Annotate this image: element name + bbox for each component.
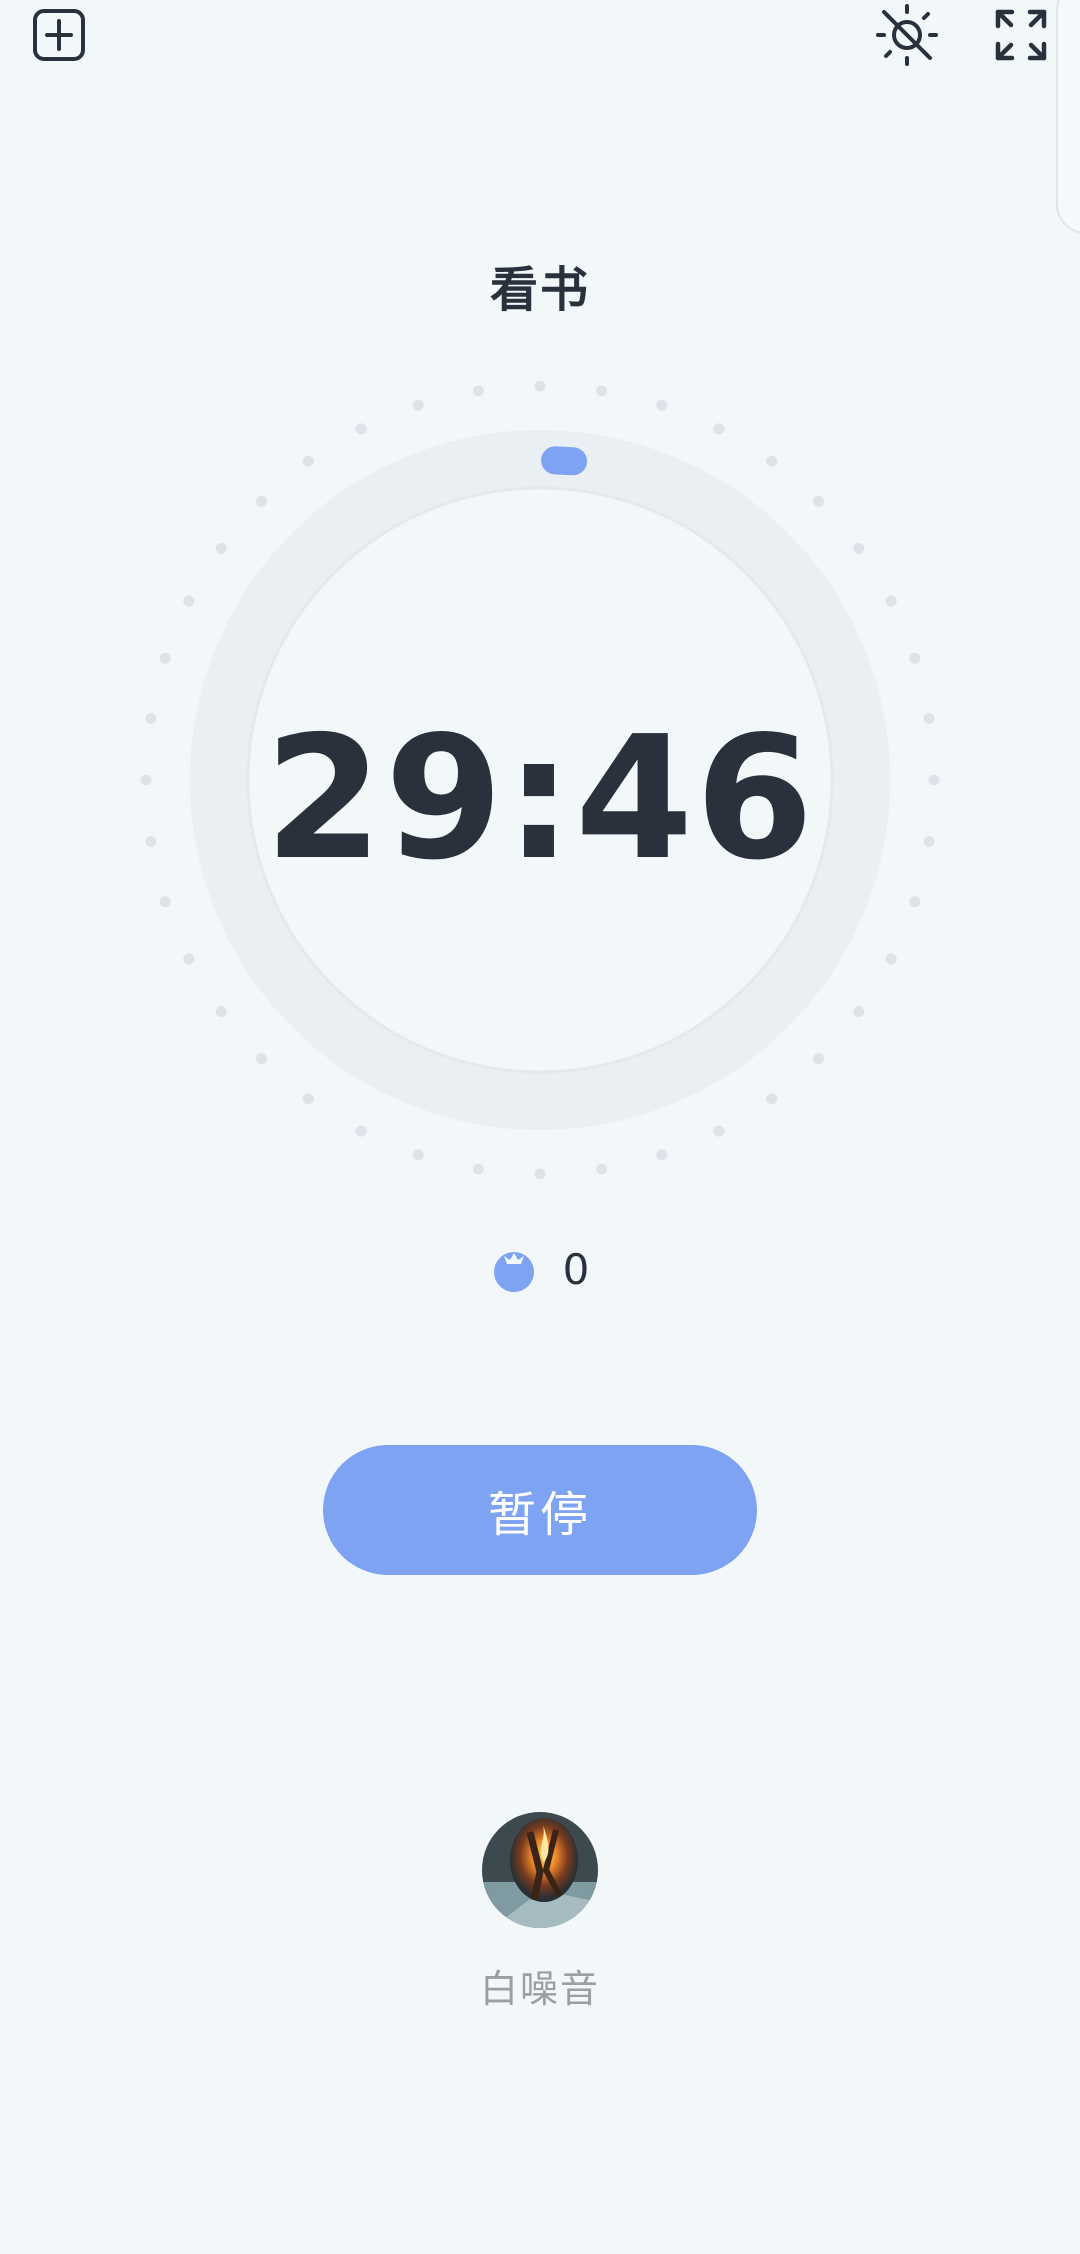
dial-tick-dot	[909, 652, 921, 664]
dial-tick-dot	[534, 1168, 546, 1180]
dial-tick-dot	[656, 399, 668, 411]
countdown-display: 29:46	[264, 700, 816, 898]
dial-tick-dot	[302, 455, 314, 467]
tomato-icon	[493, 1251, 534, 1292]
dial-tick-dot	[472, 385, 484, 397]
dial-tick-dot	[713, 423, 725, 435]
dial-tick-dot	[766, 455, 778, 467]
dial-tick-dot	[355, 423, 367, 435]
dial-tick-dot	[853, 1006, 865, 1018]
pomodoro-count-value: 0	[562, 1245, 590, 1294]
fullscreen-button[interactable]	[986, 0, 1056, 70]
progress-knob	[541, 446, 588, 476]
white-noise-label: 白噪音	[479, 1967, 600, 2011]
dial-tick-dot	[215, 542, 227, 554]
dial-tick-dot	[713, 1125, 725, 1137]
dial-tick-dot	[355, 1125, 367, 1137]
dial-tick-dot	[255, 495, 267, 507]
dial-tick-dot	[813, 1053, 825, 1065]
dial-tick-dot	[183, 595, 195, 607]
fullscreen-icon	[995, 9, 1047, 61]
screen-awake-toggle[interactable]	[872, 0, 942, 70]
dial-tick-dot	[596, 1163, 608, 1175]
minimize-window-button[interactable]	[24, 0, 94, 70]
focus-timer-screen: 看书 29:46 0 暂停 白噪音	[0, 0, 1080, 2254]
dial-tick-dot	[159, 652, 171, 664]
dial-tick-dot	[813, 495, 825, 507]
dial-tick-dot	[596, 385, 608, 397]
dial-tick-dot	[302, 1093, 314, 1105]
dial-tick-dot	[255, 1053, 267, 1065]
dial-tick-dot	[853, 542, 865, 554]
dial-tick-dot	[412, 399, 424, 411]
dial-tick-dot	[183, 953, 195, 965]
dial-tick-dot	[534, 380, 546, 392]
minimize-window-icon	[33, 9, 85, 61]
campfire-image	[482, 1812, 598, 1928]
task-title: 看书	[489, 262, 590, 318]
dial-tick-dot	[766, 1093, 778, 1105]
pomodoro-count: 0	[0, 1245, 1080, 1294]
dial-tick-dot	[215, 1006, 227, 1018]
side-panel-handle[interactable]	[1056, 0, 1080, 234]
dial-tick-dot	[885, 953, 897, 965]
dial-tick-dot	[412, 1149, 424, 1161]
dial-tick-dot	[472, 1163, 484, 1175]
dial-tick-dot	[656, 1149, 668, 1161]
pause-button[interactable]: 暂停	[323, 1445, 757, 1575]
screen-awake-off-icon	[876, 4, 938, 66]
white-noise-button[interactable]	[482, 1812, 598, 1928]
dial-tick-dot	[885, 595, 897, 607]
